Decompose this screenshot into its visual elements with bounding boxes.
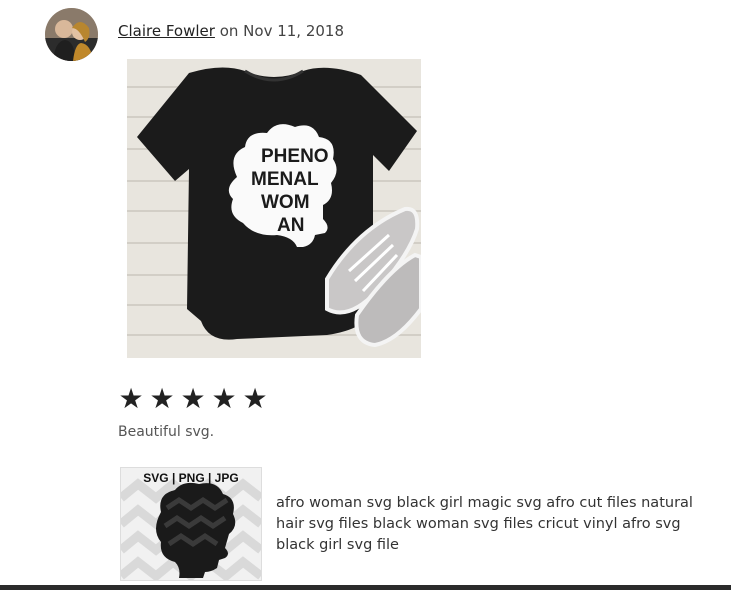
star-icon: ★ [211,382,237,415]
star-icon: ★ [118,382,144,415]
review-photo[interactable]: PHENO MENAL WOM AN [127,59,421,358]
thumbnail-format-label: SVG | PNG | JPG [143,471,239,485]
shirt-text-4: AN [277,215,304,236]
reviewer-name-link[interactable]: Claire Fowler [118,22,215,40]
review-text: Beautiful svg. [118,424,215,440]
bottom-scrollbar[interactable] [0,585,731,590]
star-icon: ★ [242,382,268,415]
review-date: on Nov 11, 2018 [219,22,345,40]
star-rating: ★ ★ ★ ★ ★ [117,384,269,414]
review-header: Claire Fowler on Nov 11, 2018 [118,22,344,40]
star-icon: ★ [180,382,206,415]
shirt-text-2: MENAL [251,169,319,190]
shirt-text-3: WOM [261,192,310,213]
listing-thumbnail[interactable]: SVG | PNG | JPG [120,467,262,581]
shirt-text-1: PHENO [261,146,329,167]
avatar-photo [45,8,98,61]
listing-title-link[interactable]: afro woman svg black girl magic svg afro… [276,493,716,556]
tshirt-image: PHENO MENAL WOM AN [127,59,421,358]
star-icon: ★ [149,382,175,415]
reviewer-avatar[interactable] [45,8,98,61]
